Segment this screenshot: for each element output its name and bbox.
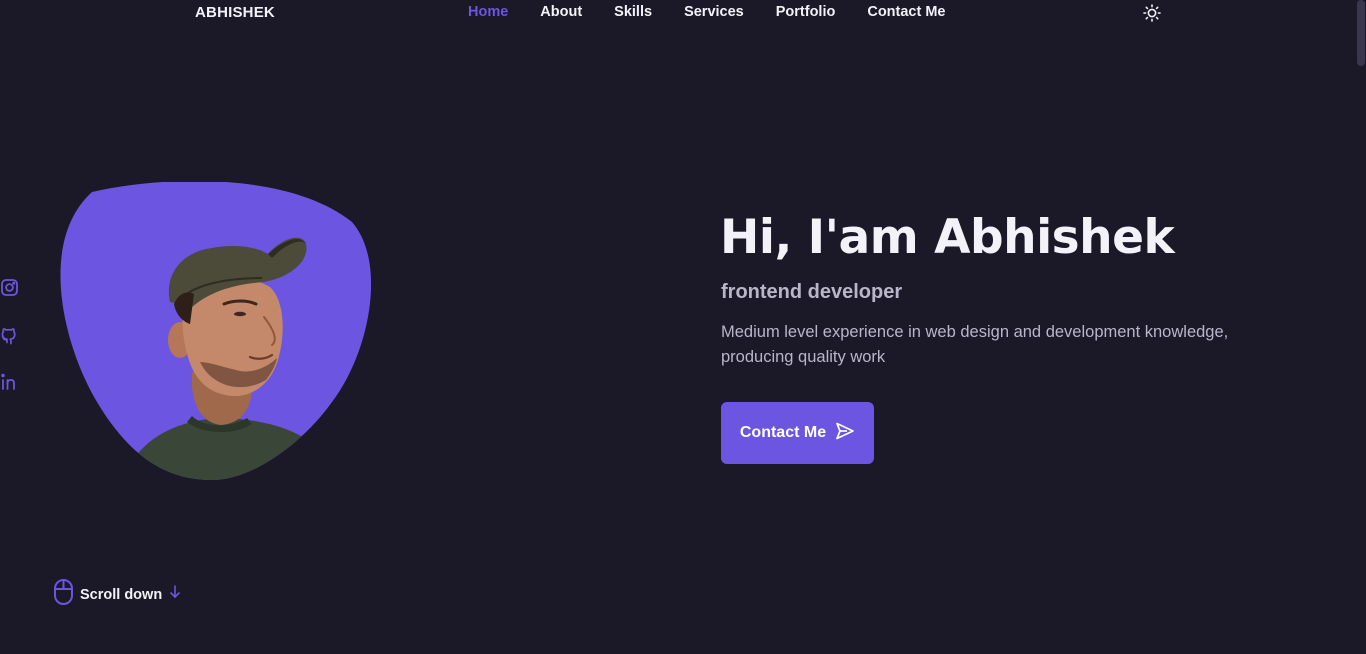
scrollbar-thumb[interactable] [1357,0,1365,66]
social-links [0,278,22,419]
scroll-down-label: Scroll down [80,586,163,603]
instagram-icon[interactable] [0,278,20,298]
nav-home[interactable]: Home [468,4,508,20]
hero-description: Medium level experience in web design an… [721,323,1229,366]
contact-me-button[interactable]: Contact Me [721,402,874,464]
nav-skills[interactable]: Skills [614,4,652,20]
nav-portfolio[interactable]: Portfolio [776,4,836,20]
header: ABHISHEK Home About Skills Services Port… [0,0,1356,28]
linkedin-icon[interactable] [0,372,20,392]
nav-services[interactable]: Services [684,4,744,20]
sun-icon[interactable] [1143,4,1161,22]
contact-me-button-label: Contact Me [739,424,827,441]
scroll-down-link[interactable]: Scroll down [53,578,181,611]
mouse-icon [53,578,74,611]
github-icon[interactable] [0,325,20,345]
arrow-down-icon [169,585,181,604]
nav-about[interactable]: About [540,4,582,20]
main-nav: Home About Skills Services Portfolio Con… [468,4,978,20]
scrollbar[interactable] [1356,0,1366,654]
nav-contact[interactable]: Contact Me [867,4,945,20]
hero-title: Hi, I'am Abhishek [720,210,1175,265]
logo[interactable]: ABHISHEK [195,4,275,21]
profile-blob [52,180,374,482]
hero-subtitle: frontend developer [721,281,903,303]
send-icon [835,421,855,446]
